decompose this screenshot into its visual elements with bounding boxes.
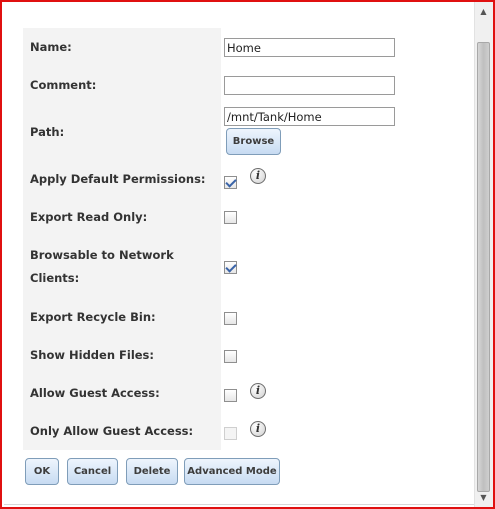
row-path: Path: Browse (23, 104, 473, 160)
info-icon[interactable]: i (250, 421, 266, 437)
advanced-mode-button[interactable]: Advanced Mode (184, 458, 280, 485)
browse-button[interactable]: Browse (226, 128, 281, 155)
export-read-only-label: Export Read Only: (23, 198, 221, 236)
comment-input[interactable] (224, 76, 395, 95)
allow-guest-access-checkbox[interactable] (224, 389, 237, 402)
vertical-scrollbar[interactable]: ▲ ▼ (474, 2, 493, 507)
browsable-checkbox[interactable] (224, 261, 237, 274)
path-input[interactable] (224, 107, 395, 126)
export-recycle-bin-label: Export Recycle Bin: (23, 298, 221, 336)
apply-default-permissions-checkbox[interactable] (224, 176, 237, 189)
cancel-button[interactable]: Cancel (67, 458, 118, 485)
row-show-hidden-files: Show Hidden Files: (23, 336, 473, 374)
export-recycle-bin-checkbox[interactable] (224, 312, 237, 325)
only-allow-guest-access-checkbox (224, 427, 237, 440)
delete-button[interactable]: Delete (126, 458, 178, 485)
row-name: Name: (23, 28, 473, 66)
apply-default-permissions-label: Apply Default Permissions: (23, 160, 221, 198)
name-label: Name: (23, 28, 221, 66)
ok-button[interactable]: OK (25, 458, 59, 485)
comment-label: Comment: (23, 66, 221, 104)
show-hidden-files-checkbox[interactable] (224, 350, 237, 363)
divider (4, 504, 474, 505)
scroll-up-arrow-icon[interactable]: ▲ (476, 4, 491, 19)
browsable-label: Browsable to Network Clients: (23, 236, 221, 298)
row-only-allow-guest-access: Only Allow Guest Access: i (23, 412, 473, 450)
only-allow-guest-access-label: Only Allow Guest Access: (23, 412, 221, 450)
scroll-down-arrow-icon[interactable]: ▼ (476, 490, 491, 505)
row-allow-guest-access: Allow Guest Access: i (23, 374, 473, 412)
path-label: Path: (23, 104, 221, 160)
scrollbar-thumb[interactable] (477, 42, 490, 492)
row-export-read-only: Export Read Only: (23, 198, 473, 236)
name-input[interactable] (224, 38, 395, 57)
row-apply-default-permissions: Apply Default Permissions: i (23, 160, 473, 198)
info-icon[interactable]: i (250, 168, 266, 184)
export-read-only-checkbox[interactable] (224, 211, 237, 224)
show-hidden-files-label: Show Hidden Files: (23, 336, 221, 374)
row-export-recycle-bin: Export Recycle Bin: (23, 298, 473, 336)
row-browsable: Browsable to Network Clients: (23, 236, 473, 298)
info-icon[interactable]: i (250, 383, 266, 399)
dialog-frame: Name: Comment: Path: Browse Apply Defaul… (0, 0, 495, 509)
allow-guest-access-label: Allow Guest Access: (23, 374, 221, 412)
row-comment: Comment: (23, 66, 473, 104)
